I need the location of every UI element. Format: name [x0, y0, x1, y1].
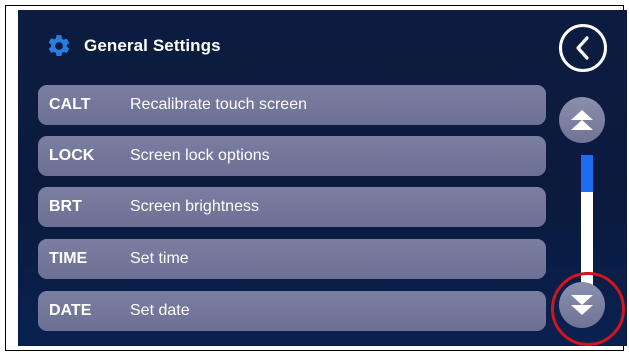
settings-header: General Settings [46, 31, 221, 61]
settings-row-calt[interactable]: CALT Recalibrate touch screen [38, 85, 546, 125]
scrollbar-track[interactable] [581, 155, 593, 287]
settings-row-brt[interactable]: BRT Screen brightness [38, 187, 546, 227]
chevron-left-icon [576, 36, 589, 60]
settings-row-date[interactable]: DATE Set date [38, 291, 546, 331]
back-button[interactable] [559, 24, 607, 72]
setting-label: Set time [130, 250, 189, 267]
setting-label: Screen lock options [130, 147, 270, 164]
setting-code: CALT [49, 96, 91, 113]
setting-code: LOCK [49, 147, 95, 164]
scrollbar-thumb[interactable] [581, 155, 593, 192]
device-screen: General Settings CALT Recalibrate touch … [18, 10, 627, 346]
setting-label: Recalibrate touch screen [130, 96, 307, 113]
setting-label: Set date [130, 302, 190, 319]
setting-code: DATE [49, 302, 92, 319]
settings-row-lock[interactable]: LOCK Screen lock options [38, 136, 546, 176]
scroll-up-button[interactable] [559, 97, 605, 143]
settings-row-time[interactable]: TIME Set time [38, 239, 546, 279]
double-chevron-down-icon [571, 295, 593, 315]
page-title: General Settings [84, 36, 221, 55]
setting-code: BRT [49, 198, 82, 215]
double-chevron-up-icon [571, 110, 593, 130]
setting-code: TIME [49, 250, 88, 267]
gear-icon [48, 35, 70, 57]
scroll-down-button[interactable] [559, 282, 605, 328]
setting-label: Screen brightness [130, 198, 259, 215]
